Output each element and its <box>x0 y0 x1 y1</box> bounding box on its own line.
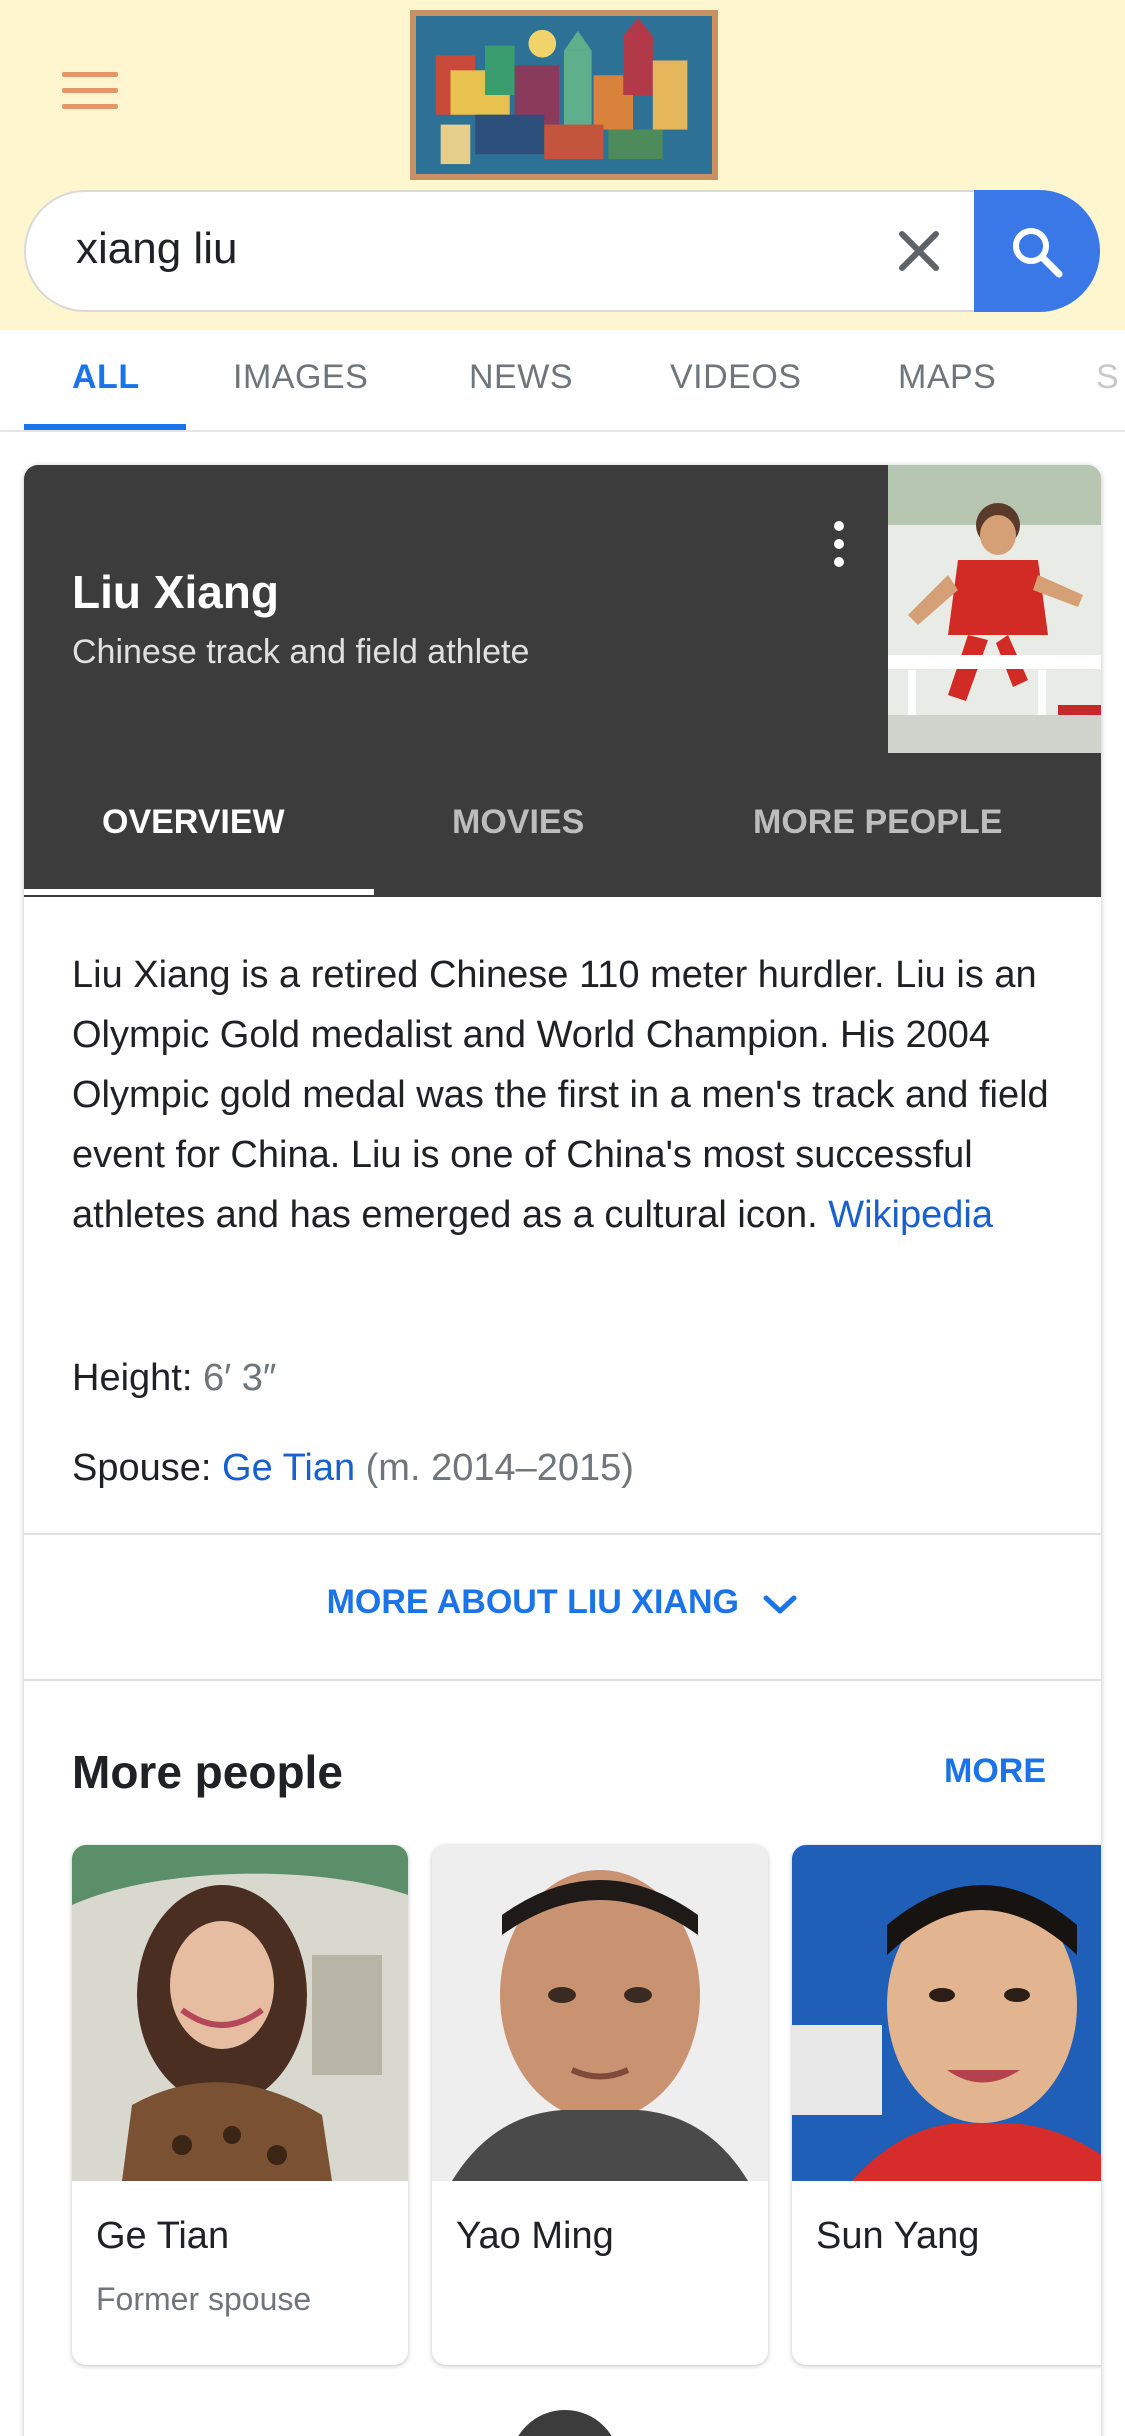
spouse-label: Spouse: <box>72 1447 212 1489</box>
header: xiang liu <box>0 0 1125 330</box>
active-tab-indicator <box>24 424 186 430</box>
tab-maps[interactable]: MAPS <box>898 358 996 397</box>
search-button[interactable] <box>974 190 1100 312</box>
active-tab-indicator <box>24 889 374 895</box>
person-card-ge-tian[interactable]: Ge Tian Former spouse <box>72 1845 408 2365</box>
person-name: Sun Yang <box>816 2215 980 2257</box>
spouse-fact: Spouse: Ge Tian (m. 2014–2015) <box>72 1447 634 1490</box>
tab-videos[interactable]: VIDEOS <box>670 358 801 397</box>
tab-shopping-partial[interactable]: S <box>1096 358 1119 397</box>
more-people-more-link[interactable]: MORE <box>944 1752 1046 1791</box>
google-doodle-logo[interactable] <box>410 10 718 180</box>
more-vert-icon[interactable] <box>824 521 854 571</box>
knowledge-panel-header: Liu Xiang Chinese track and field athlet… <box>24 465 1101 753</box>
spouse-link[interactable]: Ge Tian <box>222 1447 355 1489</box>
tab-news[interactable]: NEWS <box>469 358 573 397</box>
search-box[interactable]: xiang liu <box>24 190 1100 312</box>
more-about-button[interactable]: MORE ABOUT LIU XIANG <box>24 1583 1101 1653</box>
more-people-title: More people <box>72 1746 343 1798</box>
search-icon <box>1013 228 1063 278</box>
person-card-sun-yang[interactable]: Sun Yang <box>792 1845 1101 2365</box>
tab-more-people[interactable]: MORE PEOPLE <box>753 803 1002 842</box>
entity-title: Liu Xiang <box>72 566 279 618</box>
wikipedia-link[interactable]: Wikipedia <box>828 1194 993 1236</box>
height-label: Height: <box>72 1357 193 1399</box>
divider <box>24 1533 1101 1535</box>
person-photo <box>432 1845 768 2181</box>
tab-movies[interactable]: MOVIES <box>452 803 584 842</box>
person-photo <box>72 1845 408 2181</box>
tab-images[interactable]: IMAGES <box>233 358 368 397</box>
person-photo <box>792 1845 1101 2181</box>
search-tabs: ALL IMAGES NEWS VIDEOS MAPS S <box>0 330 1125 432</box>
chevron-down-icon <box>763 1595 797 1614</box>
entity-description: Liu Xiang is a retired Chinese 110 meter… <box>72 945 1062 1245</box>
entity-photo[interactable] <box>888 465 1101 753</box>
person-role: Former spouse <box>96 2281 312 2317</box>
knowledge-panel: Liu Xiang Chinese track and field athlet… <box>24 465 1101 2436</box>
spouse-note: (m. 2014–2015) <box>365 1447 634 1489</box>
person-card-yao-ming[interactable]: Yao Ming <box>432 1845 768 2365</box>
entity-subtitle: Chinese track and field athlete <box>72 633 530 671</box>
person-name: Yao Ming <box>456 2215 614 2257</box>
height-fact: Height: 6′ 3″ <box>72 1357 276 1400</box>
person-name: Ge Tian <box>96 2215 230 2257</box>
search-input[interactable]: xiang liu <box>76 224 237 274</box>
tab-all[interactable]: ALL <box>72 358 140 397</box>
knowledge-panel-tabs: OVERVIEW MOVIES MORE PEOPLE <box>24 753 1101 897</box>
hamburger-menu-icon[interactable] <box>62 72 118 112</box>
height-value: 6′ 3″ <box>202 1357 277 1399</box>
close-icon[interactable] <box>886 218 952 284</box>
more-about-label: MORE ABOUT LIU XIANG <box>326 1583 739 1621</box>
divider <box>24 1679 1101 1681</box>
tab-overview[interactable]: OVERVIEW <box>102 803 285 842</box>
